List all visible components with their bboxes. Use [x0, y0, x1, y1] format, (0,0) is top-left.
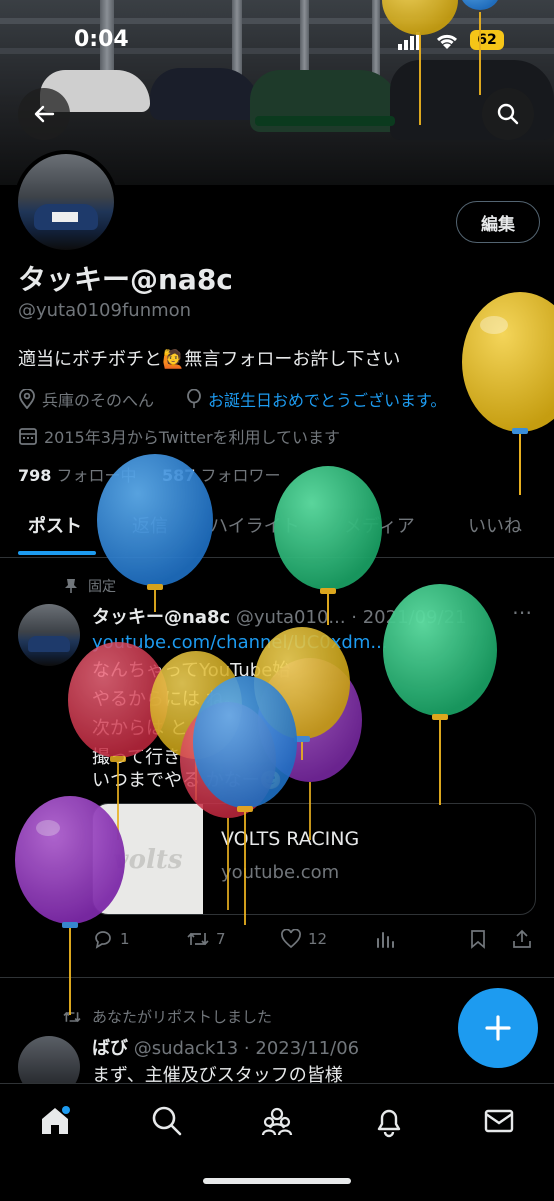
tweet-text-line-2: やるからには ね。 — [92, 689, 242, 710]
joined-row: 2015年3月からTwitterを利用しています — [18, 424, 340, 448]
repost-small-icon — [63, 1011, 81, 1022]
tweet-avatar[interactable] — [18, 604, 80, 666]
raising-hand-emoji: 🙋 — [162, 349, 185, 370]
communities-icon — [261, 1107, 293, 1136]
profile-avatar[interactable] — [14, 150, 118, 254]
card-title: VOLTS RACING — [221, 828, 360, 850]
profile-bio: 適当にボチボチと🙋無言フォローお許し下さい — [18, 345, 400, 371]
back-arrow-icon — [34, 105, 55, 123]
tab-posts[interactable]: ポスト — [28, 512, 82, 538]
envelope-icon — [484, 1109, 514, 1133]
repost-label-row: あなたがリポストしました — [62, 1006, 272, 1027]
active-tab-indicator — [18, 551, 96, 555]
birthday-link[interactable]: お誕生日おめでとうございます。 — [208, 387, 446, 411]
repost-header: ばび @sudack13 · 2023/11/06 — [92, 1034, 359, 1060]
bookmark-icon — [471, 930, 485, 949]
battery-indicator: 62 — [470, 30, 504, 50]
home-icon — [42, 1106, 70, 1134]
signal-icon — [398, 32, 422, 54]
search-icon — [152, 1106, 182, 1136]
tweet-divider — [0, 977, 554, 978]
tab-media[interactable]: メディア — [344, 512, 415, 538]
followers-count: 587 — [161, 466, 196, 485]
balloon-green — [274, 466, 382, 625]
card-domain: youtube.com — [221, 862, 340, 883]
tab-replies[interactable]: 返信 — [132, 512, 168, 538]
pinned-label-row: 固定 — [64, 576, 116, 596]
tweet-text-line-5: いつまでやる かなー🙂 — [92, 770, 283, 791]
following-label: フォロー中 — [56, 466, 137, 485]
balloon-yellow — [462, 292, 554, 495]
like-button[interactable]: 12 — [280, 929, 327, 949]
following-count: 798 — [18, 466, 52, 485]
nav-home[interactable] — [38, 1104, 72, 1138]
pin-icon — [65, 579, 77, 593]
share-icon — [513, 929, 531, 948]
bio-text-end: 無言フォローお許し下さい — [184, 349, 401, 370]
reply-button[interactable]: 1 — [92, 929, 130, 949]
search-button[interactable] — [482, 88, 534, 140]
bookmark-button[interactable] — [468, 929, 488, 949]
follow-stats: 798 フォロー中 587 フォロワー — [18, 462, 280, 486]
location-row: 兵庫のそのへん — [18, 387, 154, 411]
tweet-header: タッキー@na8c @yuta010... · 2021/09/21 — [92, 603, 466, 629]
repost-author-name[interactable]: ばび — [92, 1038, 128, 1059]
repost-button[interactable]: 7 — [186, 929, 226, 949]
views-button[interactable] — [374, 929, 396, 949]
search-icon — [497, 103, 519, 125]
tweet-link[interactable]: youtube.com/channel/UC0xdm... — [92, 632, 388, 653]
bell-icon — [377, 1109, 401, 1138]
nav-messages[interactable] — [482, 1104, 516, 1138]
nav-notifications[interactable] — [372, 1104, 406, 1138]
followers-label: フォロワー — [200, 466, 281, 485]
home-indicator — [203, 1178, 351, 1184]
tab-highlights[interactable]: ハイライト — [210, 512, 300, 538]
repost-handle-date: @sudack13 · 2023/11/06 — [133, 1038, 360, 1059]
share-button[interactable] — [512, 929, 532, 949]
tweet-text-line-3: 次からは と — [92, 718, 188, 739]
joined-text: 2015年3月からTwitterを利用しています — [44, 428, 341, 447]
nav-search[interactable] — [150, 1104, 184, 1138]
reply-count: 1 — [120, 930, 130, 948]
balloon-icon — [187, 389, 201, 408]
repost-count: 7 — [216, 930, 226, 948]
location-text: 兵庫のそのへん — [42, 391, 155, 410]
back-button[interactable] — [18, 88, 70, 140]
tweet-text-line-1: なんちゃってYouTube始 — [92, 660, 291, 681]
tweet-author-name[interactable]: タッキー@na8c — [92, 607, 230, 628]
repost-icon — [187, 932, 209, 946]
status-time: 0:04 — [74, 27, 129, 52]
calendar-icon — [19, 428, 37, 445]
birthday-row: お誕生日おめでとうございます。 — [186, 387, 446, 411]
bio-text-start: 適当にボチボチと — [18, 349, 162, 370]
card-logo: volts — [113, 845, 183, 875]
followers-link[interactable]: 587 フォロワー — [162, 466, 281, 485]
tweet-handle-date: @yuta010... · 2021/09/21 — [235, 607, 467, 628]
card-thumbnail: volts — [93, 804, 203, 914]
repost-label: あなたがリポストしました — [92, 1008, 273, 1026]
wifi-icon — [434, 31, 460, 55]
like-count: 12 — [308, 930, 328, 948]
location-pin-icon — [19, 389, 35, 409]
nav-communities[interactable] — [260, 1104, 294, 1138]
following-link[interactable]: 798 フォロー中 — [18, 466, 137, 485]
reply-icon — [95, 931, 111, 949]
link-card[interactable]: volts VOLTS RACING youtube.com — [92, 803, 536, 915]
plus-icon — [485, 1015, 511, 1041]
profile-handle: @yuta0109funmon — [18, 300, 192, 321]
tab-likes[interactable]: いいね — [468, 512, 522, 538]
pinned-label: 固定 — [88, 579, 116, 595]
compose-post-button[interactable] — [458, 988, 538, 1068]
profile-name: タッキー@na8c — [18, 263, 233, 296]
edit-profile-button[interactable]: 編集 — [456, 201, 540, 243]
tabs-divider — [0, 557, 554, 558]
heart-icon — [281, 929, 301, 949]
views-chart-icon — [377, 932, 394, 948]
more-options-icon[interactable]: ⋯ — [512, 600, 532, 624]
